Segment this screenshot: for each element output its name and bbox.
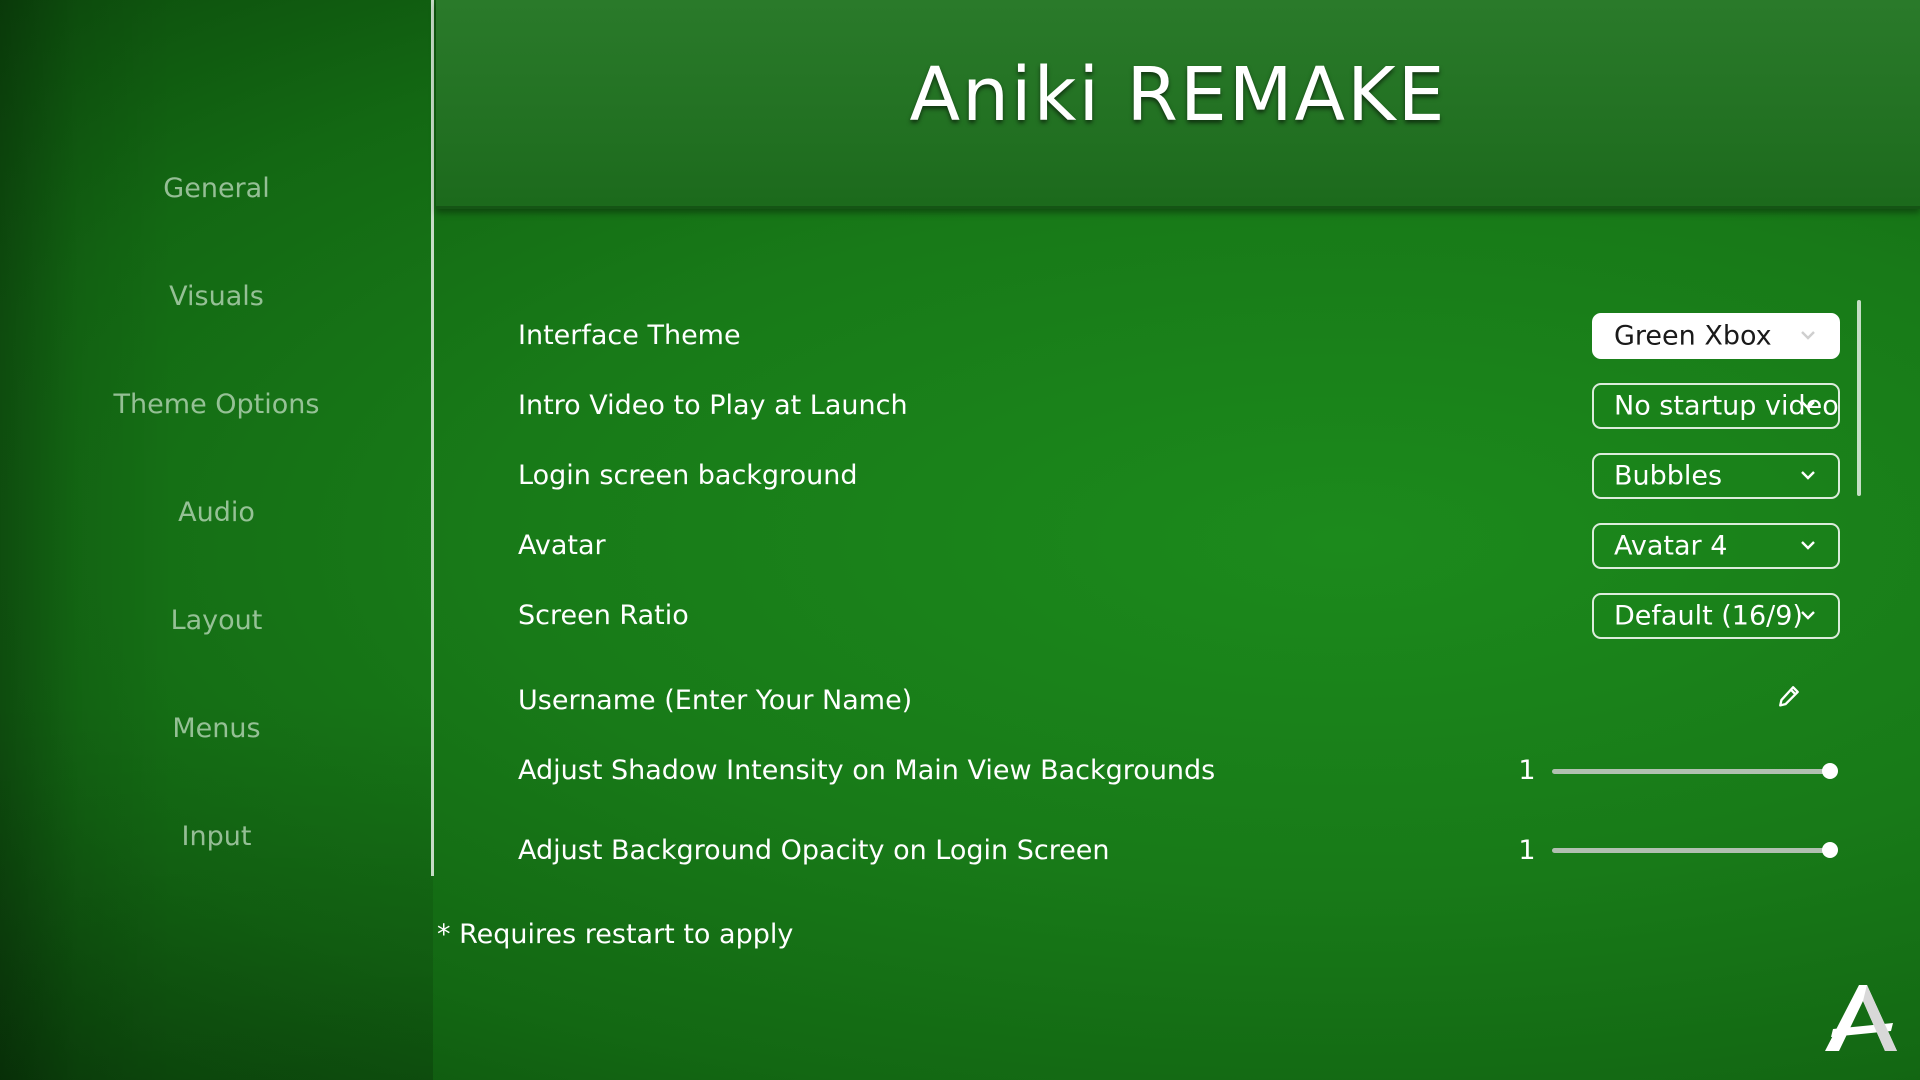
avatar-value: Avatar 4 — [1614, 530, 1728, 562]
sidebar-item-layout[interactable]: Layout — [0, 590, 433, 650]
slider-track — [1552, 769, 1830, 774]
restart-footnote: * Requires restart to apply — [437, 919, 794, 950]
sidebar-item-label: Theme Options — [113, 388, 320, 420]
sidebar-item-visuals[interactable]: Visuals — [0, 266, 433, 326]
sidebar-item-label: General — [163, 172, 270, 204]
sidebar-item-general[interactable]: General — [0, 158, 433, 218]
slider-thumb[interactable] — [1822, 842, 1838, 858]
login-background-value: Bubbles — [1614, 460, 1723, 492]
slider-thumb[interactable] — [1822, 763, 1838, 779]
header: Aniki REMAKE — [436, 0, 1920, 209]
scrollbar[interactable] — [1857, 300, 1861, 496]
login-background-dropdown[interactable]: Bubbles — [1592, 453, 1840, 499]
avatar-label: Avatar — [518, 530, 606, 561]
sidebar-item-label: Audio — [178, 496, 255, 528]
intro-video-dropdown[interactable]: No startup video — [1592, 383, 1840, 429]
background-opacity-value: 1 — [1518, 835, 1536, 866]
shadow-intensity-label: Adjust Shadow Intensity on Main View Bac… — [518, 755, 1216, 786]
screen-ratio-dropdown[interactable]: Default (16/9) — [1592, 593, 1840, 639]
sidebar-item-theme-options[interactable]: Theme Options — [0, 374, 433, 434]
background-opacity-label: Adjust Background Opacity on Login Scree… — [518, 835, 1110, 866]
chevron-down-icon — [1801, 611, 1815, 620]
sidebar: General Visuals Theme Options Audio Layo… — [0, 0, 433, 876]
chevron-down-icon — [1801, 331, 1815, 340]
chevron-down-icon — [1801, 401, 1815, 410]
interface-theme-value: Green Xbox — [1614, 320, 1772, 352]
interface-theme-label: Interface Theme — [518, 320, 741, 351]
username-label: Username (Enter Your Name) — [518, 685, 913, 716]
chevron-down-icon — [1801, 541, 1815, 550]
sidebar-item-label: Input — [181, 820, 252, 852]
sidebar-item-label: Layout — [170, 604, 263, 636]
sidebar-item-audio[interactable]: Audio — [0, 482, 433, 542]
interface-theme-dropdown[interactable]: Green Xbox — [1592, 313, 1840, 359]
screen-ratio-label: Screen Ratio — [518, 600, 689, 631]
slider-track — [1552, 848, 1830, 853]
login-background-label: Login screen background — [518, 460, 858, 491]
background-opacity-slider[interactable] — [1552, 840, 1838, 860]
shadow-intensity-slider[interactable] — [1552, 761, 1838, 781]
sidebar-item-input[interactable]: Input — [0, 806, 433, 866]
sidebar-item-label: Menus — [172, 712, 261, 744]
shadow-intensity-value: 1 — [1518, 755, 1536, 786]
sidebar-item-label: Visuals — [169, 280, 264, 312]
intro-video-label: Intro Video to Play at Launch — [518, 390, 908, 421]
chevron-down-icon — [1801, 471, 1815, 480]
sidebar-item-menus[interactable]: Menus — [0, 698, 433, 758]
sidebar-divider — [431, 0, 434, 876]
aniki-logo-icon — [1825, 985, 1897, 1051]
avatar-dropdown[interactable]: Avatar 4 — [1592, 523, 1840, 569]
app-title: Aniki REMAKE — [909, 52, 1447, 138]
pencil-icon[interactable] — [1775, 682, 1803, 710]
screen-ratio-value: Default (16/9) — [1614, 600, 1803, 632]
